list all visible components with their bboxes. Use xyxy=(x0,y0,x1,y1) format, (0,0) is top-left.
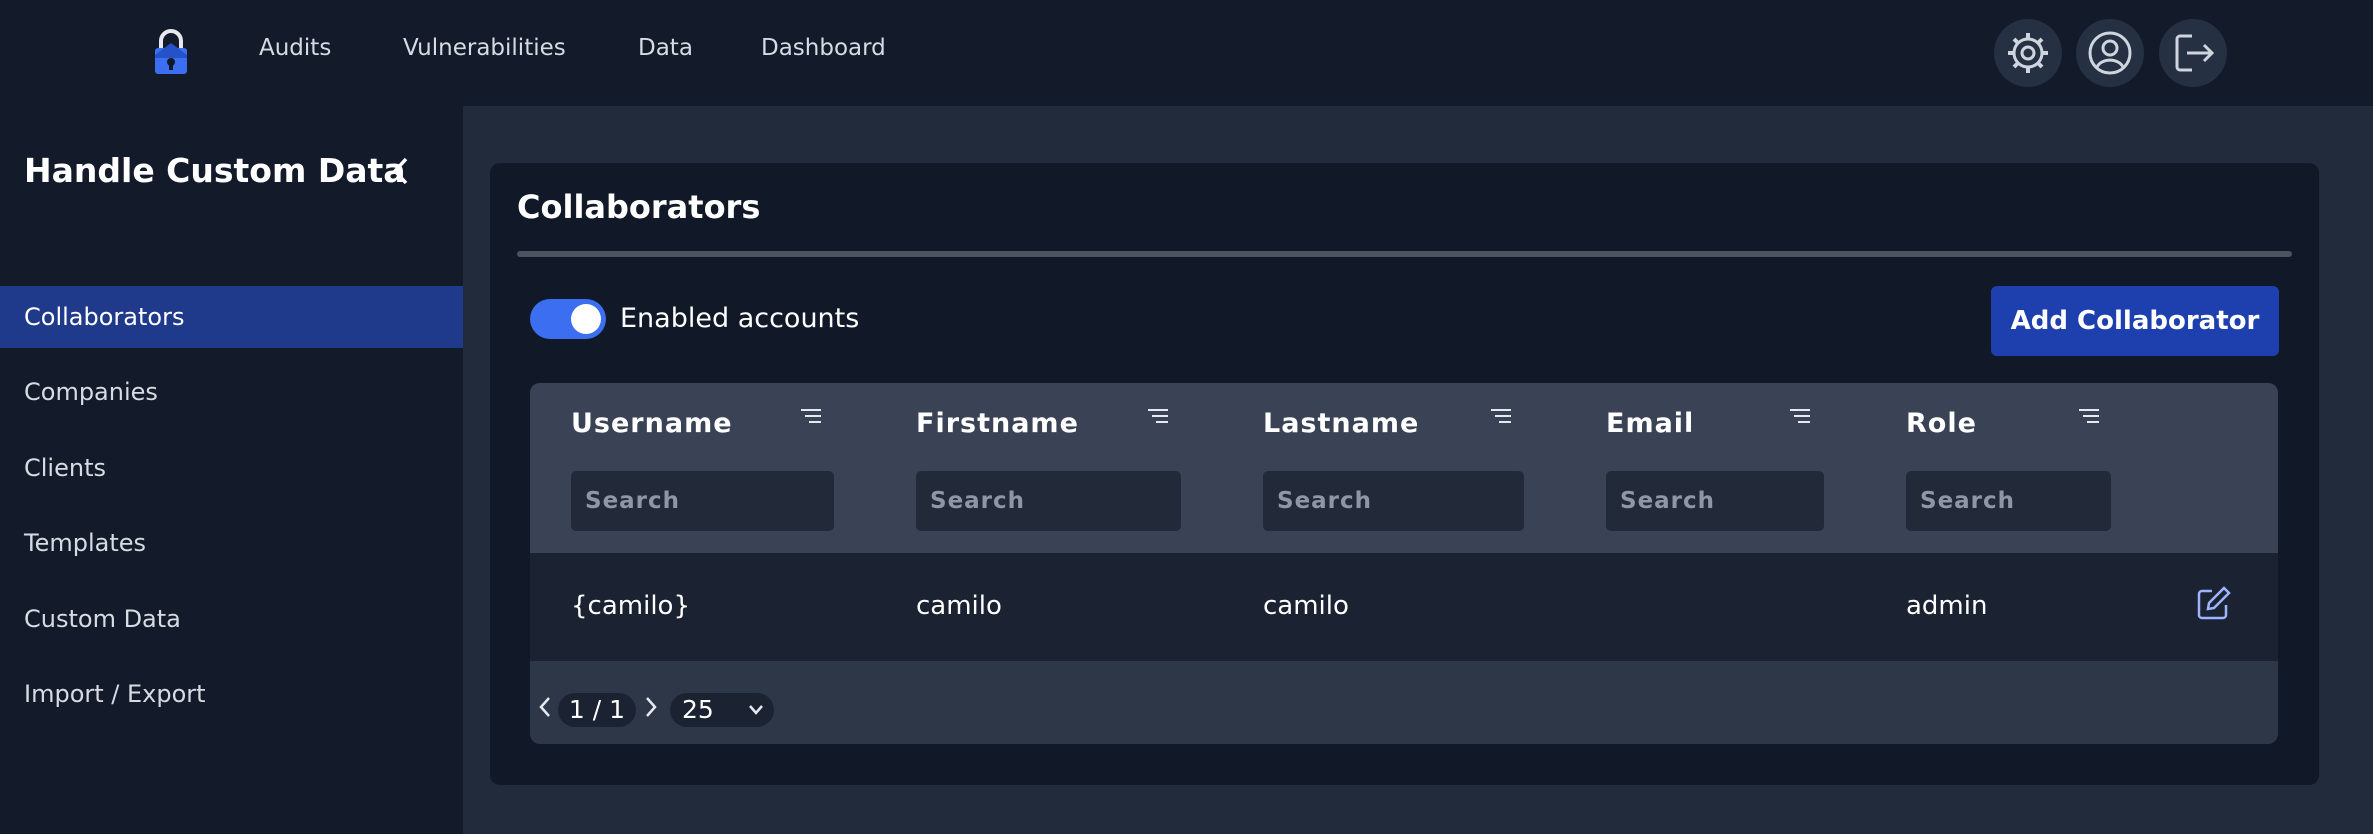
previous-page-icon[interactable] xyxy=(538,695,552,719)
firstname-search-input[interactable] xyxy=(916,471,1181,531)
cell-role: admin xyxy=(1906,591,1988,621)
nav-audits[interactable]: Audits xyxy=(259,35,331,61)
column-header-email[interactable]: Email xyxy=(1606,408,1694,439)
cell-firstname: camilo xyxy=(916,591,1002,621)
column-header-role[interactable]: Role xyxy=(1906,408,1977,439)
filter-menu-icon[interactable] xyxy=(1789,408,1811,426)
enabled-accounts-toggle[interactable] xyxy=(530,299,606,339)
collaborators-card: Collaborators Enabled accounts Add Colla… xyxy=(490,163,2319,785)
column-header-lastname[interactable]: Lastname xyxy=(1263,408,1419,439)
table-header: Username Firstname Lastname Email Role xyxy=(530,383,2278,553)
chevron-down-icon xyxy=(749,705,763,715)
page-size-value: 25 xyxy=(682,695,714,724)
nav-dashboard[interactable]: Dashboard xyxy=(761,35,886,61)
column-header-username[interactable]: Username xyxy=(571,408,733,439)
cell-username: {camilo} xyxy=(571,591,690,621)
lock-logo-icon[interactable] xyxy=(146,28,196,78)
sidebar-title: Handle Custom Data xyxy=(24,151,406,190)
email-search-input[interactable] xyxy=(1606,471,1824,531)
profile-button[interactable] xyxy=(2076,19,2144,87)
column-header-firstname[interactable]: Firstname xyxy=(916,408,1079,439)
filter-menu-icon[interactable] xyxy=(800,408,822,426)
logout-button[interactable] xyxy=(2159,19,2227,87)
lastname-search-input[interactable] xyxy=(1263,471,1524,531)
page-size-select[interactable]: 25 xyxy=(670,693,774,727)
filter-menu-icon[interactable] xyxy=(1147,408,1169,426)
username-search-input[interactable] xyxy=(571,471,834,531)
sidebar-item-collaborators[interactable]: Collaborators xyxy=(0,286,463,348)
edit-icon[interactable] xyxy=(2196,585,2232,621)
filter-menu-icon[interactable] xyxy=(2078,408,2100,426)
filter-menu-icon[interactable] xyxy=(1490,408,1512,426)
add-collaborator-button[interactable]: Add Collaborator xyxy=(1991,286,2279,356)
toggle-knob xyxy=(571,304,601,334)
collaborators-table: Username Firstname Lastname Email Role {… xyxy=(530,383,2278,744)
chevron-left-icon[interactable] xyxy=(386,154,416,188)
table-row[interactable]: {camilo} camilo camilo admin xyxy=(530,553,2278,661)
page-indicator: 1 / 1 xyxy=(558,693,636,727)
sidebar-item-companies[interactable]: Companies xyxy=(0,361,463,423)
divider xyxy=(517,251,2292,257)
settings-button[interactable] xyxy=(1994,19,2062,87)
user-icon xyxy=(2088,31,2132,75)
cell-lastname: camilo xyxy=(1263,591,1349,621)
role-search-input[interactable] xyxy=(1906,471,2111,531)
next-page-icon[interactable] xyxy=(644,695,658,719)
sidebar-item-templates[interactable]: Templates xyxy=(0,512,463,574)
gear-icon xyxy=(2008,33,2048,73)
nav-vulnerabilities[interactable]: Vulnerabilities xyxy=(403,35,566,61)
sidebar-item-clients[interactable]: Clients xyxy=(0,437,463,499)
sidebar-item-import-export[interactable]: Import / Export xyxy=(0,663,463,725)
logout-icon xyxy=(2175,34,2215,72)
toggle-label: Enabled accounts xyxy=(620,303,860,334)
nav-data[interactable]: Data xyxy=(638,35,693,61)
sidebar: Handle Custom Data Collaborators Compani… xyxy=(0,106,463,834)
top-navbar: Audits Vulnerabilities Data Dashboard xyxy=(0,0,2373,106)
sidebar-item-custom-data[interactable]: Custom Data xyxy=(0,588,463,650)
page-title: Collaborators xyxy=(517,188,761,226)
